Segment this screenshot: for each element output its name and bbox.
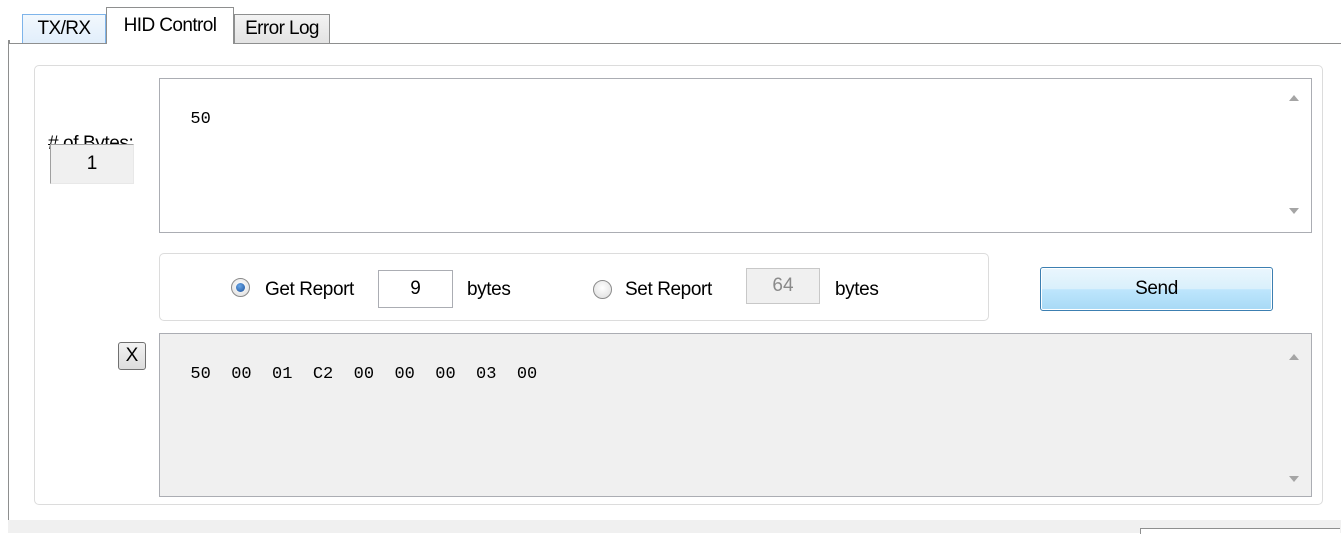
send-button[interactable]: Send bbox=[1040, 267, 1273, 311]
scroll-up-arrow-icon[interactable] bbox=[1289, 95, 1299, 101]
tab-txrx[interactable]: TX/RX bbox=[22, 14, 106, 43]
clear-output-label: X bbox=[125, 345, 139, 366]
tab-hid-control[interactable]: HID Control bbox=[106, 7, 234, 44]
get-report-label[interactable]: Get Report bbox=[265, 279, 354, 301]
tab-txrx-label: TX/RX bbox=[37, 18, 92, 39]
bytes-count-value: 1 bbox=[86, 153, 98, 174]
hex-input-field[interactable]: 50 bbox=[159, 78, 1312, 233]
set-report-bytes-value: 64 bbox=[772, 275, 794, 296]
tab-hid-control-label: HID Control bbox=[123, 15, 217, 36]
scroll-down-arrow-icon[interactable] bbox=[1289, 476, 1299, 482]
get-report-unit-label: bytes bbox=[467, 279, 511, 300]
get-report-bytes-value: 9 bbox=[410, 278, 421, 299]
set-report-label[interactable]: Set Report bbox=[625, 279, 712, 301]
hex-input-value: 50 bbox=[190, 110, 211, 129]
get-report-radio[interactable] bbox=[231, 278, 250, 297]
hex-output-field[interactable]: 50 00 01 C2 00 00 00 03 00 bbox=[159, 333, 1312, 497]
scroll-up-arrow-icon[interactable] bbox=[1289, 354, 1299, 360]
tab-error-log[interactable]: Error Log bbox=[234, 14, 330, 43]
tab-strip: TX/RX HID Control Error Log bbox=[0, 0, 1341, 44]
scroll-down-arrow-icon[interactable] bbox=[1289, 208, 1299, 214]
tab-error-log-label: Error Log bbox=[245, 18, 319, 39]
set-report-radio[interactable] bbox=[593, 280, 612, 299]
send-button-label: Send bbox=[1135, 278, 1178, 299]
set-report-bytes-field: 64 bbox=[746, 268, 820, 304]
hex-output-value: 50 00 01 C2 00 00 00 03 00 bbox=[190, 365, 538, 384]
clear-output-button[interactable]: X bbox=[118, 342, 146, 370]
bytes-count-display: 1 bbox=[50, 144, 134, 184]
get-report-bytes-field[interactable]: 9 bbox=[378, 270, 453, 308]
bottom-control-edge bbox=[1140, 528, 1340, 534]
set-report-unit-label: bytes bbox=[835, 279, 879, 300]
